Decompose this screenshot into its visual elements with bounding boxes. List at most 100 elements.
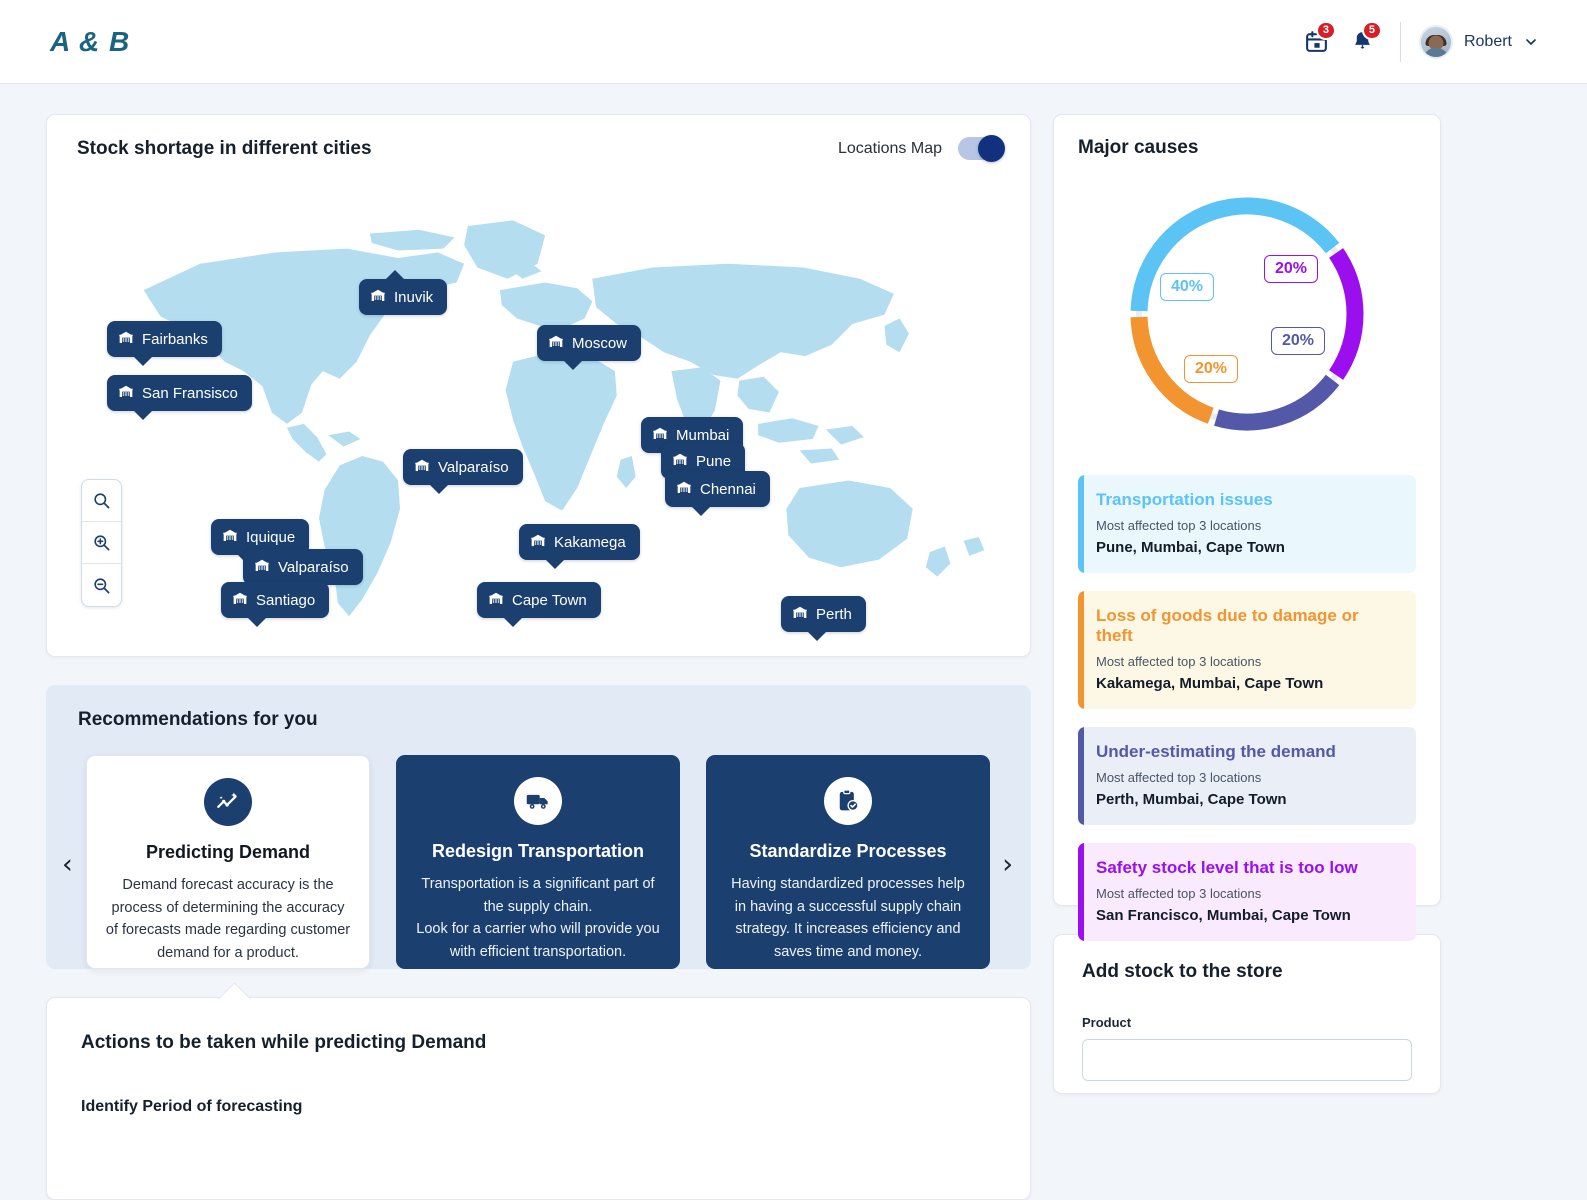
actions-step-title: Identify Period of forecasting bbox=[81, 1098, 303, 1116]
map-pin-chennai[interactable]: Chennai bbox=[665, 471, 770, 516]
recommendation-card-redesign-transportation[interactable]: Redesign Transportation Transportation is… bbox=[396, 755, 680, 970]
locations-map-label: Locations Map bbox=[837, 139, 942, 157]
map-zoom-out-button[interactable] bbox=[82, 564, 121, 606]
cause-card-2[interactable]: Under-estimating the demand Most affected… bbox=[1078, 727, 1416, 825]
cause-subtitle: Most affected top 3 locations bbox=[1096, 770, 1262, 785]
warehouse-icon bbox=[370, 287, 386, 307]
cause-subtitle: Most affected top 3 locations bbox=[1096, 886, 1262, 901]
warehouse-icon bbox=[489, 592, 503, 604]
actions-panel: Actions to be taken while predicting Dem… bbox=[46, 997, 1031, 1200]
warehouse-icon bbox=[232, 590, 248, 610]
map-pin-kakamega[interactable]: Kakamega bbox=[519, 524, 640, 569]
map-pin-valpara-so[interactable]: Valparaíso bbox=[403, 449, 523, 494]
cause-locations: Perth, Mumbai, Cape Town bbox=[1096, 791, 1287, 808]
map-pin-label: Moscow bbox=[572, 334, 628, 352]
map-pin-label: Valparaíso bbox=[278, 558, 349, 576]
donut-label-1: 20% bbox=[1264, 255, 1319, 283]
map-header: Stock shortage in different cities Locat… bbox=[77, 135, 1005, 162]
zoom-out-icon bbox=[94, 577, 110, 593]
recommendation-card-standardize-processes[interactable]: Standardize Processes Having standardized… bbox=[706, 755, 990, 970]
recommendation-title: Predicting Demand bbox=[145, 842, 311, 863]
cause-card-0[interactable]: Transportation issues Most affected top 3… bbox=[1078, 475, 1416, 573]
donut-segment-2 bbox=[1214, 374, 1340, 431]
world-map[interactable]: Inuvik Fairbanks San Fransisco Moscow Mu… bbox=[59, 177, 1020, 648]
warehouse-icon bbox=[792, 604, 808, 624]
warehouse-icon bbox=[414, 457, 430, 477]
warehouse-icon bbox=[415, 459, 429, 471]
warehouse-icon bbox=[677, 481, 691, 493]
cause-locations: Pune, Mumbai, Cape Town bbox=[1096, 539, 1285, 556]
major-causes-donut-chart: 40% 20% 20% 20% bbox=[1078, 185, 1416, 457]
map-pin-label: San Fransisco bbox=[142, 384, 238, 402]
calendar-button[interactable]: 3 bbox=[1294, 19, 1340, 65]
warehouse-icon bbox=[255, 559, 269, 571]
page-body: Stock shortage in different cities Locat… bbox=[0, 84, 1587, 1200]
map-pin-label: Valparaíso bbox=[438, 458, 509, 476]
map-search-button[interactable] bbox=[82, 480, 121, 522]
locations-map-toggle[interactable] bbox=[958, 135, 1005, 162]
warehouse-icon bbox=[673, 453, 687, 465]
cause-card-3[interactable]: Safety stock level that is too low Most a… bbox=[1078, 843, 1416, 941]
user-menu[interactable]: Robert bbox=[1418, 24, 1539, 59]
left-column: Stock shortage in different cities Locat… bbox=[46, 114, 1031, 1200]
warehouse-icon bbox=[118, 383, 134, 403]
cause-title: Safety stock level that is too low bbox=[1096, 858, 1358, 877]
cause-accent-bar bbox=[1078, 591, 1084, 709]
chevron-down-icon[interactable] bbox=[1523, 34, 1539, 50]
cause-card-1[interactable]: Loss of goods due to damage or theft Most… bbox=[1078, 591, 1416, 709]
recommendation-title: Standardize Processes bbox=[749, 841, 947, 862]
map-pin-inuvik[interactable]: Inuvik bbox=[359, 270, 448, 315]
warehouse-icon bbox=[119, 385, 133, 397]
map-pin-valpara-so[interactable]: Valparaíso bbox=[243, 549, 363, 594]
warehouse-icon bbox=[119, 331, 133, 343]
recommendations-panel: Recommendations for you ‹ › Predicting D… bbox=[46, 685, 1031, 970]
warehouse-icon bbox=[549, 335, 563, 347]
map-pin-label: Perth bbox=[816, 605, 852, 623]
recommendations-carousel: Predicting Demand Demand forecast accurac… bbox=[46, 755, 1031, 970]
locations-map-toggle-group: Locations Map bbox=[837, 135, 1005, 162]
map-pin-cape-town[interactable]: Cape Town bbox=[477, 582, 601, 627]
map-pin-label: Fairbanks bbox=[142, 330, 208, 348]
clipboard-check-icon bbox=[824, 777, 872, 826]
warehouse-icon bbox=[371, 289, 385, 301]
map-zoom-controls[interactable] bbox=[81, 479, 122, 607]
cause-locations: San Francisco, Mumbai, Cape Town bbox=[1096, 907, 1351, 924]
notifications-button[interactable]: 5 bbox=[1340, 19, 1386, 65]
page-title: Stock shortage in different cities bbox=[77, 137, 372, 159]
map-pin-fairbanks[interactable]: Fairbanks bbox=[107, 321, 222, 366]
header-actions: 3 5 Robert bbox=[1294, 19, 1539, 65]
add-stock-card: Add stock to the store Product bbox=[1053, 934, 1441, 1094]
warehouse-icon bbox=[548, 333, 564, 353]
donut-graphic: 40% 20% 20% 20% bbox=[1118, 185, 1376, 443]
cause-title: Transportation issues bbox=[1096, 490, 1273, 509]
donut-label-0: 40% bbox=[1160, 273, 1215, 301]
cause-subtitle: Most affected top 3 locations bbox=[1096, 654, 1262, 669]
donut-label-3: 20% bbox=[1184, 355, 1239, 383]
major-causes-card: Major causes 40% 20% 20% 20% Transportat… bbox=[1053, 114, 1441, 941]
carousel-next-button[interactable]: › bbox=[1002, 849, 1013, 880]
map-pin-moscow[interactable]: Moscow bbox=[537, 325, 642, 370]
cause-title: Loss of goods due to damage or theft bbox=[1096, 606, 1359, 645]
map-pin-label: Iquique bbox=[246, 528, 296, 546]
map-pin-label: Chennai bbox=[700, 480, 756, 498]
avatar bbox=[1418, 24, 1453, 59]
app-logo[interactable]: A & B bbox=[50, 26, 130, 58]
warehouse-icon bbox=[254, 557, 270, 577]
cause-accent-bar bbox=[1078, 475, 1084, 573]
map-pin-label: Santiago bbox=[256, 591, 316, 609]
map-zoom-in-button[interactable] bbox=[82, 522, 121, 564]
map-pin-perth[interactable]: Perth bbox=[781, 596, 866, 641]
cause-title: Under-estimating the demand bbox=[1096, 742, 1336, 761]
recommendations-title: Recommendations for you bbox=[78, 709, 318, 731]
recommendation-card-predicting-demand[interactable]: Predicting Demand Demand forecast accurac… bbox=[86, 755, 370, 970]
map-pin-santiago[interactable]: Santiago bbox=[221, 582, 330, 627]
recommendation-title: Redesign Transportation bbox=[431, 841, 645, 862]
map-pin-label: Pune bbox=[696, 452, 732, 470]
map-pin-san-fransisco[interactable]: San Fransisco bbox=[107, 375, 252, 420]
product-input[interactable] bbox=[1082, 1039, 1412, 1081]
stock-shortage-map-card: Stock shortage in different cities Locat… bbox=[46, 114, 1031, 658]
actions-title: Actions to be taken while predicting Dem… bbox=[81, 1032, 487, 1054]
app-header: A & B 3 5 Robert bbox=[0, 0, 1587, 84]
trend-chart-sparkle-icon bbox=[204, 778, 252, 827]
carousel-prev-button[interactable]: ‹ bbox=[62, 849, 73, 880]
